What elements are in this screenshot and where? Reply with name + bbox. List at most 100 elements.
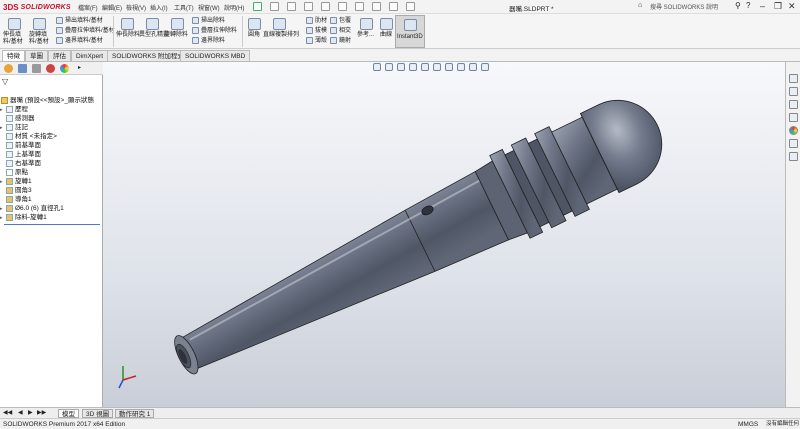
help-icon[interactable]: ? bbox=[746, 1, 750, 10]
tab-3d-views[interactable]: 3D 視圖 bbox=[82, 409, 114, 418]
fillet-button[interactable]: 圓角 bbox=[248, 32, 260, 39]
forum-icon[interactable] bbox=[789, 152, 798, 161]
tree-root[interactable]: 器嘴 (預設<<預設>_顯示狀態 bbox=[1, 97, 94, 105]
nav-next-icon[interactable]: ▶ bbox=[28, 409, 33, 416]
restore-button[interactable]: ❐ bbox=[774, 1, 782, 12]
tree-item-history[interactable]: ▸ 歷程 bbox=[0, 106, 28, 114]
unit-system-selector[interactable]: MMGS bbox=[738, 419, 758, 429]
view-palette-icon[interactable] bbox=[789, 113, 798, 122]
curves-button[interactable]: 曲線 bbox=[380, 32, 392, 39]
file-properties-icon[interactable] bbox=[389, 2, 398, 11]
loft-cut-button[interactable]: 疊層拉伸除料 bbox=[192, 27, 237, 35]
rib-button[interactable]: 肋材 bbox=[306, 17, 327, 25]
boundary-boss-button[interactable]: 邊界填料/基材 bbox=[56, 37, 103, 45]
graphics-area[interactable] bbox=[103, 62, 785, 407]
extrude-boss-button[interactable]: 伸長填料/基材 bbox=[3, 32, 27, 46]
close-button[interactable]: ✕ bbox=[788, 1, 796, 12]
tree-item-origin[interactable]: 原點 bbox=[0, 169, 28, 177]
hole-wizard-icon[interactable] bbox=[146, 18, 159, 30]
tree-item-chamfer1[interactable]: 導角1 bbox=[0, 196, 32, 204]
tab-addins[interactable]: SOLIDWORKS 附加程式 bbox=[107, 50, 189, 61]
tab-evaluate[interactable]: 評估 bbox=[48, 50, 71, 61]
tree-item-right-plane[interactable]: 右基準面 bbox=[0, 160, 41, 168]
configuration-manager-icon[interactable] bbox=[32, 64, 41, 73]
file-explorer-icon[interactable] bbox=[789, 100, 798, 109]
display-manager-icon[interactable] bbox=[60, 64, 69, 73]
property-manager-icon[interactable] bbox=[18, 64, 27, 73]
extrude-cut-button[interactable]: 伸長除料 bbox=[116, 32, 140, 39]
pin-icon[interactable] bbox=[253, 2, 262, 11]
draft-button[interactable]: 拔模 bbox=[306, 27, 327, 35]
sweep-cut-button[interactable]: 掃出除料 bbox=[192, 17, 225, 25]
reference-geometry-button[interactable]: 參考... bbox=[357, 32, 374, 39]
expand-arrow-icon[interactable]: ▸ bbox=[78, 64, 81, 71]
instant3d-button[interactable]: Instant3D bbox=[395, 15, 425, 48]
tab-dimxpert[interactable]: DimXpert bbox=[71, 50, 109, 61]
shell-button[interactable]: 薄殼 bbox=[306, 37, 327, 45]
menu-insert[interactable]: 插入(I) bbox=[150, 3, 168, 12]
tab-motion-study[interactable]: 動作研究 1 bbox=[115, 409, 155, 418]
tree-item-annotations[interactable]: ▸ 註記 bbox=[0, 124, 28, 132]
solidworks-logo[interactable]: 3DS SOLIDWORKS bbox=[3, 1, 71, 13]
solidworks-resources-icon[interactable] bbox=[789, 74, 798, 83]
revolve-boss-icon[interactable] bbox=[33, 18, 46, 30]
rebuild-icon[interactable] bbox=[372, 2, 381, 11]
sweep-boss-button[interactable]: 掃出填料/基材 bbox=[56, 17, 103, 25]
intersect-button[interactable]: 相交 bbox=[330, 27, 351, 35]
wrap-button[interactable]: 包覆 bbox=[330, 17, 351, 25]
dimxpert-manager-icon[interactable] bbox=[46, 64, 55, 73]
revolve-cut-button[interactable]: 旋轉除料 bbox=[164, 32, 188, 39]
minimize-button[interactable]: – bbox=[760, 1, 765, 12]
help-search-input[interactable]: 搜尋 SOLIDWORKS 說明 bbox=[650, 2, 730, 12]
reference-geometry-icon[interactable] bbox=[360, 18, 373, 30]
save-icon[interactable] bbox=[304, 2, 313, 11]
tab-model[interactable]: 模型 bbox=[58, 409, 79, 418]
menu-window[interactable]: 視窗(W) bbox=[198, 3, 220, 12]
menu-view[interactable]: 檢視(V) bbox=[126, 3, 146, 12]
fillet-icon[interactable] bbox=[248, 18, 261, 30]
linear-pattern-icon[interactable] bbox=[273, 18, 286, 30]
extrude-cut-icon[interactable] bbox=[121, 18, 134, 30]
open-icon[interactable] bbox=[287, 2, 296, 11]
feature-manager-icon[interactable] bbox=[4, 64, 13, 73]
nav-last-icon[interactable]: ▶▶ bbox=[37, 409, 46, 416]
new-document-icon[interactable] bbox=[270, 2, 279, 11]
nav-first-icon[interactable]: ◀◀ bbox=[3, 409, 12, 416]
tab-mbd[interactable]: SOLIDWORKS MBD bbox=[180, 50, 251, 61]
part-model[interactable] bbox=[103, 62, 785, 407]
menu-edit[interactable]: 編輯(E) bbox=[102, 3, 122, 12]
options-gear-icon[interactable] bbox=[406, 2, 415, 11]
tree-item-sensors[interactable]: 感測器 bbox=[0, 115, 35, 123]
tab-features[interactable]: 特徵 bbox=[2, 50, 25, 61]
nav-prev-icon[interactable]: ◀ bbox=[18, 409, 23, 416]
filter-icon[interactable]: ▽ bbox=[2, 77, 8, 86]
select-icon[interactable] bbox=[355, 2, 364, 11]
rollback-bar[interactable] bbox=[4, 224, 100, 225]
linear-pattern-button[interactable]: 直線複製排列 bbox=[263, 32, 299, 39]
revolve-boss-button[interactable]: 旋轉填料/基材 bbox=[29, 32, 53, 46]
menu-tools[interactable]: 工具(T) bbox=[174, 3, 194, 12]
home-icon[interactable]: ⌂ bbox=[638, 2, 642, 9]
revolve-cut-icon[interactable] bbox=[171, 18, 184, 30]
menu-file[interactable]: 檔案(F) bbox=[78, 3, 98, 12]
menu-help[interactable]: 說明(H) bbox=[224, 3, 244, 12]
tree-item-front-plane[interactable]: 前基準面 bbox=[0, 142, 41, 150]
search-icon[interactable]: ⚲ bbox=[735, 1, 741, 10]
loft-boss-button[interactable]: 疊層拉伸填料/基材 bbox=[56, 27, 115, 35]
tab-sketch[interactable]: 草圖 bbox=[25, 50, 48, 61]
custom-properties-icon[interactable] bbox=[789, 139, 798, 148]
tree-item-revolve-cut1[interactable]: ▸ 除料-旋轉1 bbox=[0, 214, 47, 222]
extrude-boss-icon[interactable] bbox=[8, 18, 21, 30]
curves-icon[interactable] bbox=[380, 18, 393, 30]
tree-item-revolve1[interactable]: ▸ 旋轉1 bbox=[0, 178, 32, 186]
boundary-cut-button[interactable]: 邊界除料 bbox=[192, 37, 225, 45]
appearances-icon[interactable] bbox=[789, 126, 798, 135]
tree-item-fillet3[interactable]: 圓角3 bbox=[0, 187, 32, 195]
print-icon[interactable] bbox=[321, 2, 330, 11]
design-library-icon[interactable] bbox=[789, 87, 798, 96]
undo-icon[interactable] bbox=[338, 2, 347, 11]
mirror-button[interactable]: 鏡射 bbox=[330, 37, 351, 45]
tree-item-hole1[interactable]: ▸ Ø6.0 (6) 直徑孔1 bbox=[0, 205, 64, 213]
tree-item-top-plane[interactable]: 上基準面 bbox=[0, 151, 41, 159]
tree-item-material[interactable]: 材質 <未指定> bbox=[0, 133, 57, 141]
